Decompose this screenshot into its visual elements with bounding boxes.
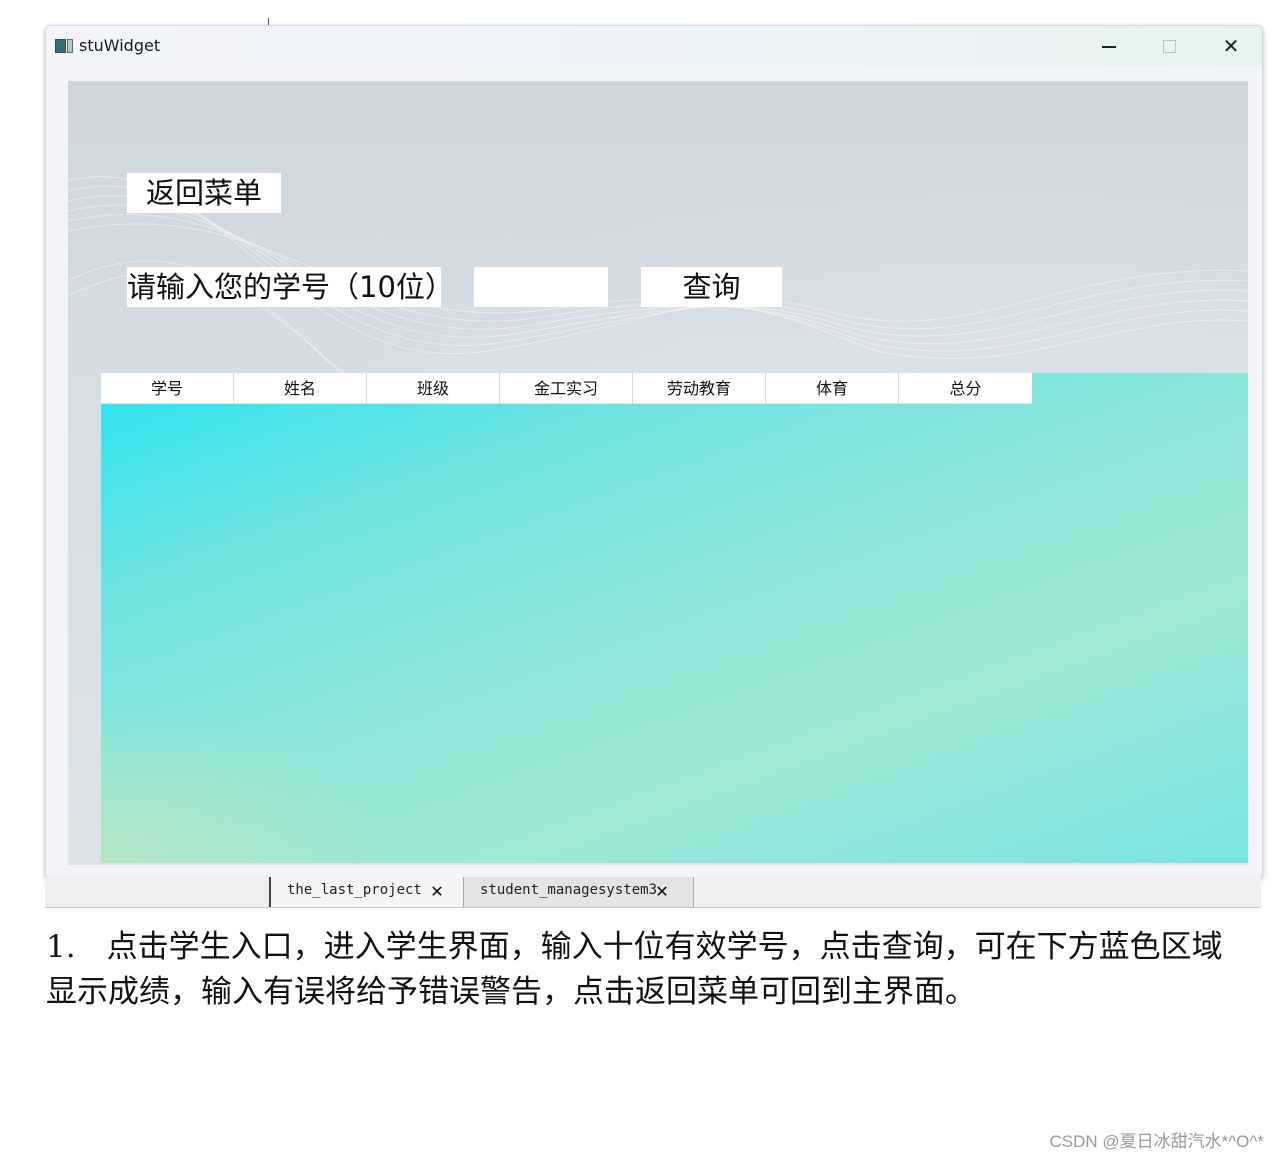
column-header-name[interactable]: 姓名 [234, 373, 367, 404]
column-header-metalwork-practice[interactable]: 金工实习 [500, 373, 633, 404]
window-title: stuWidget [79, 36, 161, 55]
app-window-icon [55, 39, 73, 53]
stu-widget-window: stuWidget ✕ 返回菜单 请输入您的学号（10位） 查询 学号 姓名 班… [45, 25, 1263, 879]
close-tab-icon[interactable]: ✕ [656, 877, 668, 903]
student-query-panel: 返回菜单 请输入您的学号（10位） 查询 学号 姓名 班级 金工实习 劳动教育 … [68, 81, 1248, 865]
results-table[interactable]: 学号 姓名 班级 金工实习 劳动教育 体育 总分 [101, 373, 1248, 863]
close-tab-icon[interactable]: ✕ [431, 877, 443, 903]
instruction-caption: 1. 点击学生入口，进入学生界面，输入十位有效学号，点击查询，可在下方蓝色区域显… [46, 929, 1223, 1010]
editor-tab-bar: the_last_project ✕ student_managesystem3… [45, 877, 1261, 908]
student-id-prompt-label: 请输入您的学号（10位） [127, 267, 441, 307]
query-button[interactable]: 查询 [641, 267, 782, 307]
column-header-student-id[interactable]: 学号 [101, 373, 234, 404]
column-header-total[interactable]: 总分 [899, 373, 1032, 404]
csdn-watermark: CSDN @夏日冰甜汽水*^O^* [1049, 1132, 1264, 1151]
window-titlebar[interactable]: stuWidget ✕ [46, 26, 1262, 66]
background-wave-decoration [68, 175, 1248, 401]
student-id-input[interactable] [474, 267, 608, 307]
column-header-pe[interactable]: 体育 [766, 373, 899, 404]
back-to-menu-button[interactable]: 返回菜单 [127, 173, 281, 213]
maximize-icon[interactable] [1146, 32, 1192, 60]
column-header-labor-education[interactable]: 劳动教育 [633, 373, 766, 404]
minimize-icon[interactable] [1086, 32, 1132, 60]
table-header-row: 学号 姓名 班级 金工实习 劳动教育 体育 总分 [101, 373, 1032, 404]
editor-tab-label: student_managesystem3 [480, 882, 658, 898]
editor-tab-label: the_last_project [287, 882, 422, 898]
column-header-class[interactable]: 班级 [367, 373, 500, 404]
close-icon[interactable]: ✕ [1208, 32, 1254, 60]
editor-tab-the-last-project[interactable]: the_last_project ✕ [269, 877, 463, 907]
editor-tab-student-managesystem3[interactable]: student_managesystem3 ✕ [463, 877, 694, 907]
